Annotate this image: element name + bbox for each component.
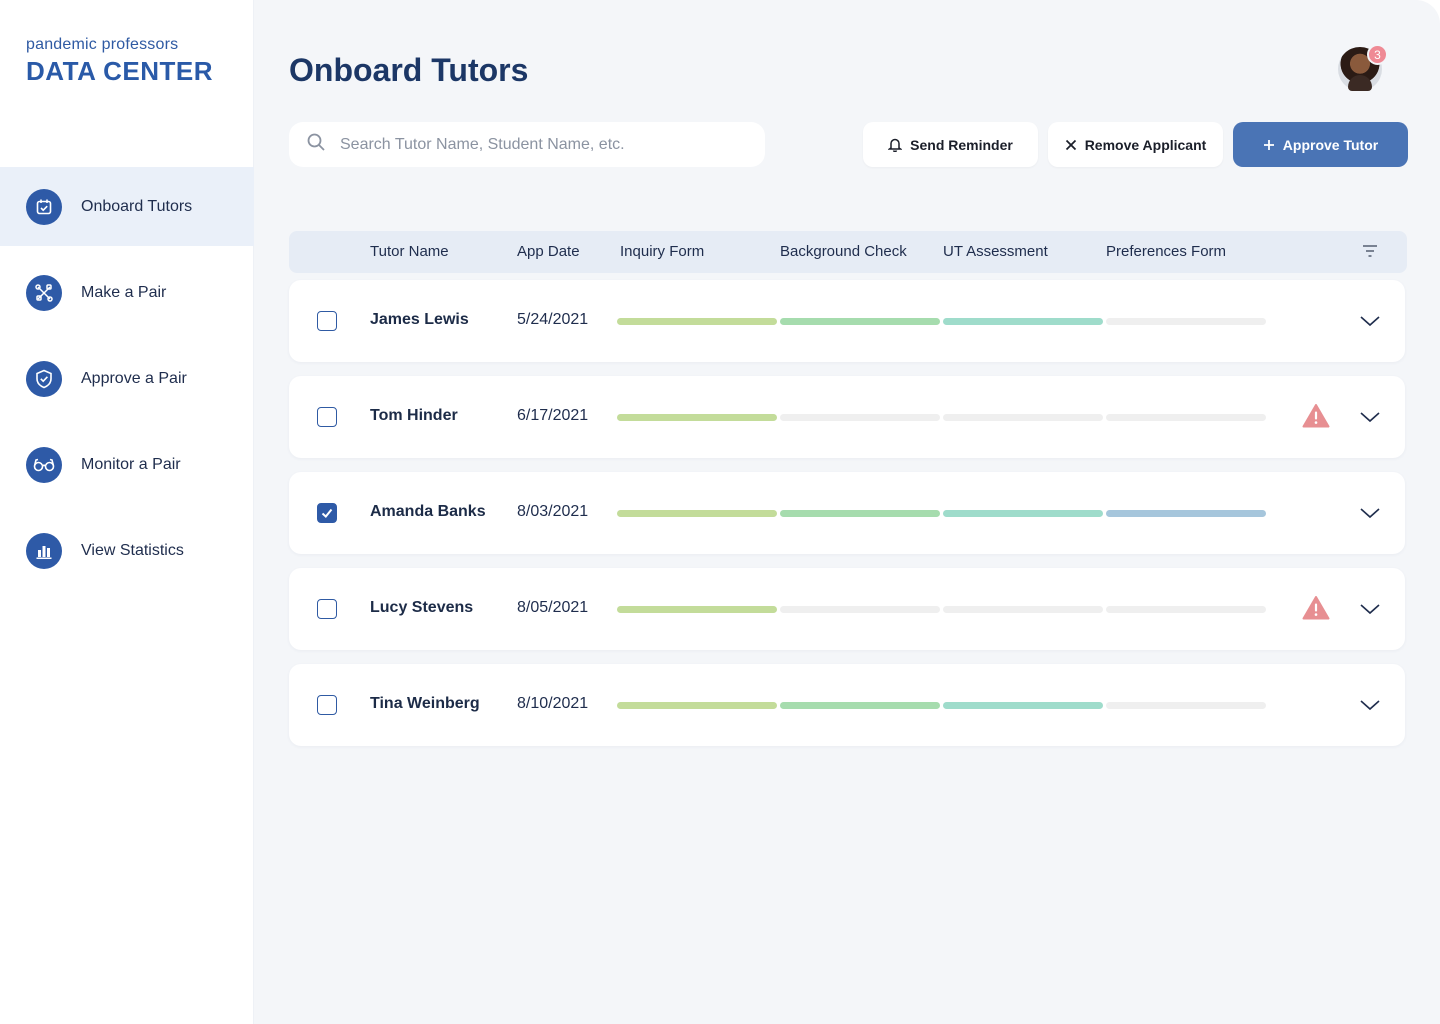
chevron-down-icon[interactable] (1359, 698, 1381, 716)
row-checkbox[interactable] (317, 311, 337, 331)
tutor-name: Tom Hinder (370, 407, 458, 424)
column-header-inquiry-form[interactable]: Inquiry Form (620, 243, 704, 260)
brand-title: DATA CENTER (26, 56, 214, 86)
approve-tutor-label: Approve Tutor (1282, 136, 1379, 153)
bell-icon (888, 137, 903, 152)
progress-inquiry-form (617, 702, 777, 709)
progress-ut-assessment (943, 606, 1103, 613)
sidebar-nav: Onboard Tutors Make a Pair Approve a Pai… (0, 167, 254, 597)
sidebar-item-label: Monitor a Pair (81, 455, 181, 473)
approve-tutor-button[interactable]: Approve Tutor (1233, 122, 1408, 167)
sidebar-item-label: Make a Pair (81, 283, 167, 301)
row-checkbox[interactable] (317, 695, 337, 715)
chevron-down-icon[interactable] (1359, 410, 1381, 428)
progress-inquiry-form (617, 318, 777, 325)
progress-preferences-form (1106, 318, 1266, 325)
progress-ut-assessment (943, 510, 1103, 517)
sidebar: pandemic professors DATA CENTER Onboard … (0, 0, 254, 1024)
app-date: 6/17/2021 (517, 407, 589, 424)
tutor-name: Amanda Banks (370, 503, 486, 520)
table-row[interactable]: Amanda Banks 8/03/2021 (289, 472, 1405, 554)
table-header: Tutor Name App Date Inquiry Form Backgro… (289, 231, 1407, 273)
bar-chart-icon (26, 532, 62, 569)
page-title: Onboard Tutors (289, 52, 529, 88)
send-reminder-label: Send Reminder (910, 136, 1013, 153)
app-date: 8/10/2021 (517, 695, 589, 712)
checkmark-icon (321, 508, 333, 518)
sidebar-item-label: Onboard Tutors (81, 197, 193, 215)
progress-background-check (780, 318, 940, 325)
progress-preferences-form (1106, 606, 1266, 613)
tools-icon (26, 274, 62, 311)
sidebar-item-make-a-pair[interactable]: Make a Pair (0, 253, 254, 332)
sidebar-item-label: Approve a Pair (81, 369, 187, 387)
chevron-down-icon[interactable] (1359, 602, 1381, 620)
progress-ut-assessment (943, 318, 1103, 325)
remove-applicant-button[interactable]: Remove Applicant (1048, 122, 1223, 167)
table-row[interactable]: Tom Hinder 6/17/2021 (289, 376, 1405, 458)
column-header-background-check[interactable]: Background Check (780, 243, 907, 260)
send-reminder-button[interactable]: Send Reminder (863, 122, 1038, 167)
warning-icon (1302, 403, 1330, 434)
progress-background-check (780, 414, 940, 421)
sidebar-item-approve-a-pair[interactable]: Approve a Pair (0, 339, 254, 418)
app-date: 8/05/2021 (517, 599, 589, 616)
progress-ut-assessment (943, 702, 1103, 709)
plus-icon (1263, 139, 1275, 151)
app-window: pandemic professors DATA CENTER Onboard … (0, 0, 1440, 1024)
sidebar-item-onboard-tutors[interactable]: Onboard Tutors (0, 167, 254, 246)
search-input[interactable] (340, 135, 740, 154)
search-bar (289, 122, 765, 167)
sidebar-item-view-statistics[interactable]: View Statistics (0, 511, 254, 590)
progress-inquiry-form (617, 606, 777, 613)
progress-background-check (780, 702, 940, 709)
tutor-name: James Lewis (370, 311, 469, 328)
tutor-name: Lucy Stevens (370, 599, 474, 616)
table-row[interactable]: James Lewis 5/24/2021 (289, 280, 1405, 362)
table-row[interactable]: Lucy Stevens 8/05/2021 (289, 568, 1405, 650)
shield-check-icon (26, 360, 62, 397)
progress-inquiry-form (617, 510, 777, 517)
column-header-preferences-form[interactable]: Preferences Form (1106, 243, 1226, 260)
sidebar-item-label: View Statistics (81, 541, 184, 559)
progress-preferences-form (1106, 510, 1266, 517)
warning-icon (1302, 595, 1330, 626)
calendar-check-icon (26, 188, 62, 225)
main-content: Onboard Tutors 3 Send Reminder (254, 0, 1440, 1024)
row-checkbox[interactable] (317, 407, 337, 427)
progress-preferences-form (1106, 414, 1266, 421)
search-icon (306, 132, 326, 157)
column-header-app-date[interactable]: App Date (517, 243, 580, 260)
progress-background-check (780, 510, 940, 517)
brand-logo: pandemic professors DATA CENTER (26, 36, 213, 87)
row-checkbox[interactable] (317, 599, 337, 619)
glasses-icon (26, 446, 62, 483)
progress-preferences-form (1106, 702, 1266, 709)
tutor-name: Tina Weinberg (370, 695, 480, 712)
progress-inquiry-form (617, 414, 777, 421)
close-icon (1065, 139, 1077, 151)
progress-background-check (780, 606, 940, 613)
app-date: 5/24/2021 (517, 311, 589, 328)
row-checkbox[interactable] (317, 503, 337, 523)
remove-applicant-label: Remove Applicant (1084, 136, 1207, 153)
chevron-down-icon[interactable] (1359, 314, 1381, 332)
progress-ut-assessment (943, 414, 1103, 421)
brand-subtitle: pandemic professors (26, 36, 179, 53)
notification-badge: 3 (1367, 44, 1388, 65)
app-date: 8/03/2021 (517, 503, 589, 520)
column-header-ut-assessment[interactable]: UT Assessment (943, 243, 1048, 260)
filter-icon[interactable] (1361, 244, 1379, 263)
chevron-down-icon[interactable] (1359, 506, 1381, 524)
table-row[interactable]: Tina Weinberg 8/10/2021 (289, 664, 1405, 746)
column-header-tutor-name[interactable]: Tutor Name (370, 243, 449, 260)
sidebar-item-monitor-a-pair[interactable]: Monitor a Pair (0, 425, 254, 504)
